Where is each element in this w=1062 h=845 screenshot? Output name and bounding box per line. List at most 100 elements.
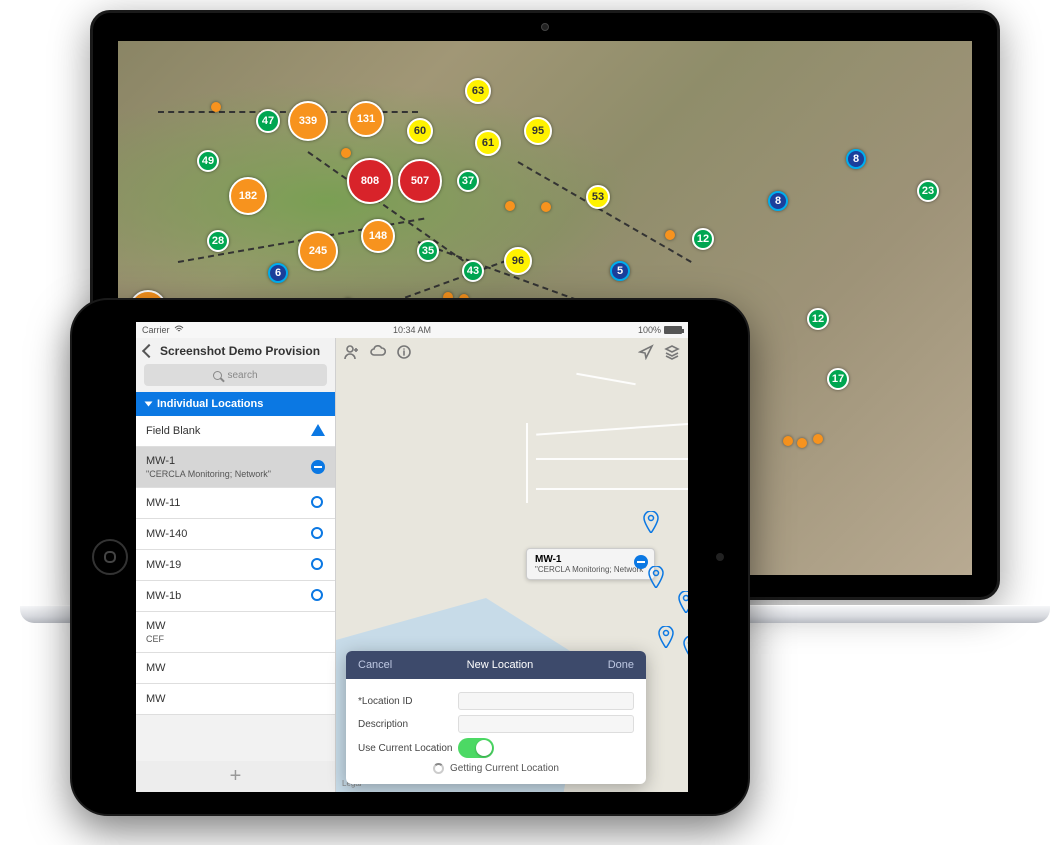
getting-location-label: Getting Current Location bbox=[450, 763, 559, 774]
layers-icon[interactable] bbox=[664, 344, 680, 360]
tablet-screen: Carrier 10:34 AM 100% Screenshot Demo Pr… bbox=[136, 322, 688, 792]
back-icon[interactable] bbox=[142, 344, 156, 358]
cluster-marker[interactable]: 245 bbox=[298, 231, 338, 271]
list-item[interactable]: MW bbox=[136, 684, 335, 715]
done-button[interactable]: Done bbox=[608, 659, 634, 671]
info-icon[interactable] bbox=[396, 344, 412, 360]
callout-title: MW-1 bbox=[535, 554, 646, 565]
battery-icon bbox=[664, 326, 682, 334]
status-icon bbox=[311, 558, 325, 572]
list-item[interactable]: Field Blank bbox=[136, 416, 335, 447]
cluster-marker[interactable]: 23 bbox=[917, 180, 939, 202]
location-list: Field BlankMW-1"CERCLA Monitoring; Netwo… bbox=[136, 416, 335, 761]
cluster-marker[interactable]: 60 bbox=[407, 118, 433, 144]
disclosure-icon bbox=[145, 402, 153, 407]
home-button[interactable] bbox=[92, 539, 128, 575]
map-dot[interactable] bbox=[505, 201, 515, 211]
cancel-button[interactable]: Cancel bbox=[358, 659, 392, 671]
status-icon bbox=[311, 460, 325, 474]
spinner-icon bbox=[433, 763, 444, 774]
sidebar-header[interactable]: Screenshot Demo Provision bbox=[136, 338, 335, 364]
map-pin[interactable] bbox=[658, 626, 674, 648]
road bbox=[576, 373, 635, 385]
cluster-marker[interactable]: 8 bbox=[768, 191, 788, 211]
add-location-button[interactable]: + bbox=[136, 761, 335, 792]
cluster-marker[interactable]: 63 bbox=[465, 78, 491, 104]
cluster-marker[interactable]: 17 bbox=[827, 368, 849, 390]
cluster-marker[interactable]: 53 bbox=[586, 185, 610, 209]
user-icon[interactable] bbox=[344, 344, 360, 360]
cluster-marker[interactable]: 96 bbox=[504, 247, 532, 275]
search-placeholder: search bbox=[227, 370, 257, 381]
map-callout[interactable]: MW-1 "CERCLA Monitoring; Network" bbox=[526, 548, 655, 580]
cluster-marker[interactable]: 8 bbox=[846, 149, 866, 169]
callout-status-icon bbox=[634, 555, 648, 569]
cluster-marker[interactable]: 47 bbox=[256, 109, 280, 133]
cluster-marker[interactable]: 28 bbox=[207, 230, 229, 252]
list-item[interactable]: MW-11 bbox=[136, 488, 335, 519]
road bbox=[536, 488, 688, 490]
status-icon bbox=[311, 424, 325, 438]
cluster-marker[interactable]: 507 bbox=[398, 159, 442, 203]
cluster-marker[interactable]: 61 bbox=[475, 130, 501, 156]
status-icon bbox=[311, 589, 325, 603]
clock: 10:34 AM bbox=[393, 325, 431, 335]
use-current-toggle[interactable] bbox=[458, 738, 494, 758]
location-id-input[interactable] bbox=[458, 692, 634, 710]
list-item[interactable]: MW-140 bbox=[136, 519, 335, 550]
cluster-marker[interactable]: 808 bbox=[347, 158, 393, 204]
map-view[interactable]: MW-1 "CERCLA Monitoring; Network" Legal … bbox=[336, 338, 688, 792]
battery-percent: 100% bbox=[638, 325, 661, 335]
map-dot[interactable] bbox=[341, 148, 351, 158]
popover-body: *Location ID Description Use Current Loc… bbox=[346, 679, 646, 784]
map-pin[interactable] bbox=[643, 511, 659, 533]
cluster-marker[interactable]: 95 bbox=[524, 117, 552, 145]
locate-icon[interactable] bbox=[638, 344, 654, 360]
map-dot[interactable] bbox=[813, 434, 823, 444]
map-pin[interactable] bbox=[678, 591, 688, 613]
callout-subtitle: "CERCLA Monitoring; Network" bbox=[535, 565, 646, 574]
map-dot[interactable] bbox=[783, 436, 793, 446]
description-input[interactable] bbox=[458, 715, 634, 733]
map-pin[interactable] bbox=[683, 636, 688, 658]
list-item[interactable]: MW-19 bbox=[136, 550, 335, 581]
list-item[interactable]: MW bbox=[136, 653, 335, 684]
sidebar: Screenshot Demo Provision search Individ… bbox=[136, 338, 336, 792]
list-item[interactable]: MWCEF bbox=[136, 612, 335, 653]
search-icon bbox=[213, 371, 222, 380]
camera-icon bbox=[541, 23, 549, 31]
status-icon bbox=[311, 692, 325, 706]
getting-location-status: Getting Current Location bbox=[358, 763, 634, 774]
cluster-marker[interactable]: 182 bbox=[229, 177, 267, 215]
cluster-marker[interactable]: 12 bbox=[692, 228, 714, 250]
status-icon bbox=[311, 661, 325, 675]
tablet-device: Carrier 10:34 AM 100% Screenshot Demo Pr… bbox=[70, 298, 750, 816]
list-item[interactable]: MW-1"CERCLA Monitoring; Network" bbox=[136, 447, 335, 488]
cluster-marker[interactable]: 12 bbox=[807, 308, 829, 330]
map-dot[interactable] bbox=[541, 202, 551, 212]
popover-title: New Location bbox=[467, 659, 534, 671]
cluster-marker[interactable]: 6 bbox=[268, 263, 288, 283]
list-item[interactable]: MW-1b bbox=[136, 581, 335, 612]
cluster-marker[interactable]: 49 bbox=[197, 150, 219, 172]
cluster-marker[interactable]: 43 bbox=[462, 260, 484, 282]
cluster-marker[interactable]: 35 bbox=[417, 240, 439, 262]
map-pin[interactable] bbox=[648, 566, 664, 588]
section-header[interactable]: Individual Locations bbox=[136, 392, 335, 416]
map-dot[interactable] bbox=[665, 230, 675, 240]
cluster-marker[interactable]: 148 bbox=[361, 219, 395, 253]
search-input[interactable]: search bbox=[144, 364, 327, 386]
cluster-marker[interactable]: 37 bbox=[457, 170, 479, 192]
cluster-marker[interactable]: 5 bbox=[610, 261, 630, 281]
status-icon bbox=[311, 527, 325, 541]
tablet-camera-icon bbox=[716, 553, 724, 561]
cluster-marker[interactable]: 339 bbox=[288, 101, 328, 141]
map-dot[interactable] bbox=[797, 438, 807, 448]
section-title: Individual Locations bbox=[157, 398, 263, 410]
cluster-marker[interactable]: 131 bbox=[348, 101, 384, 137]
road bbox=[536, 458, 688, 460]
cloud-sync-icon[interactable] bbox=[370, 344, 386, 360]
road bbox=[526, 423, 528, 503]
road bbox=[536, 422, 688, 435]
map-dot[interactable] bbox=[211, 102, 221, 112]
